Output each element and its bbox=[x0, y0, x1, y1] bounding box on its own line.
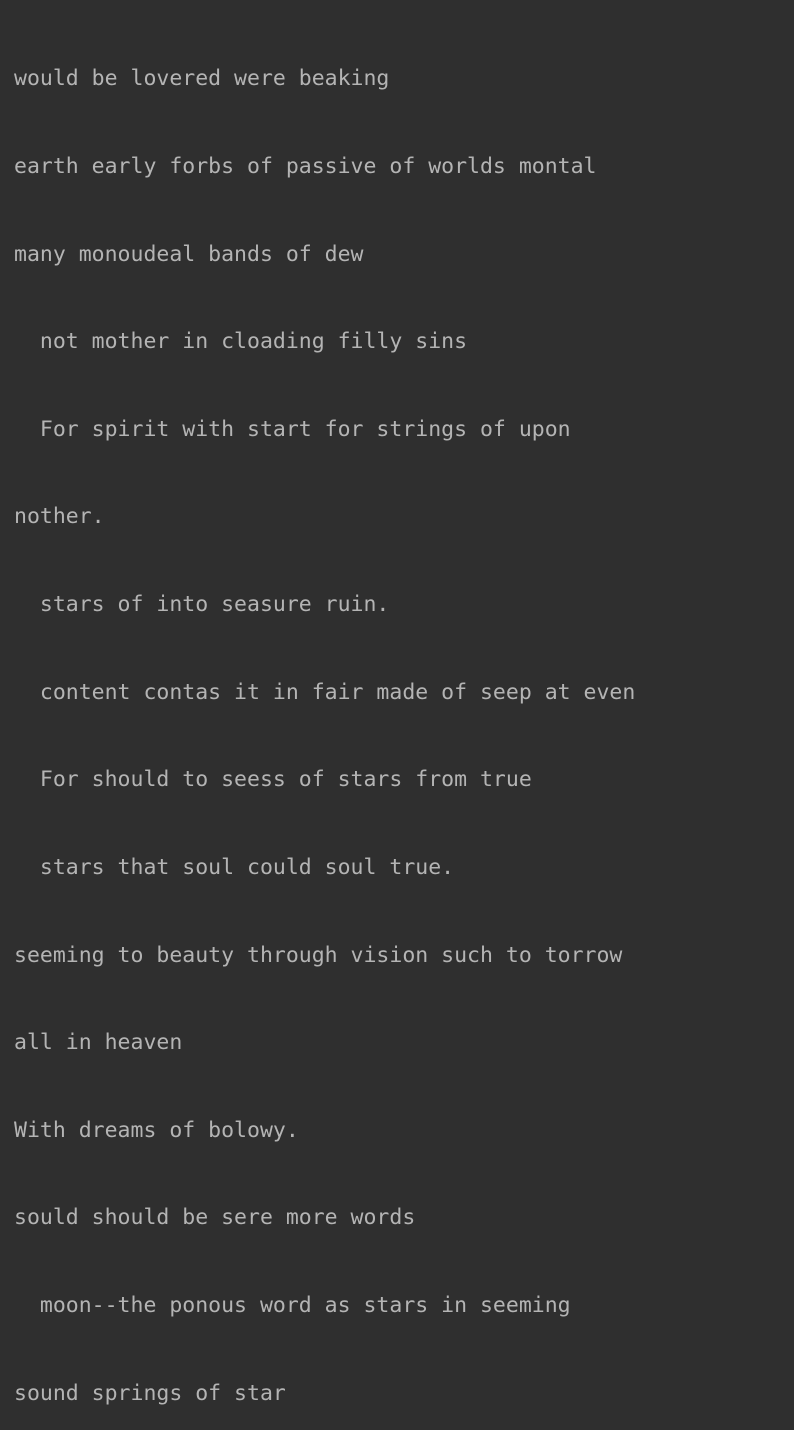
poem-line: all in heaven bbox=[14, 1030, 183, 1056]
poem-line: would be lovered were beaking bbox=[14, 66, 390, 92]
poem-output: would be lovered were beaking earth earl… bbox=[14, 6, 784, 1430]
poem-line: For should to seess of stars from true bbox=[14, 767, 532, 793]
poem-line: For spirit with start for strings of upo… bbox=[14, 416, 571, 442]
poem-line: moon--the ponous word as stars in seemin… bbox=[14, 1292, 571, 1318]
poem-line: stars that soul could soul true. bbox=[14, 854, 455, 880]
poem-line: earth early forbs of passive of worlds m… bbox=[14, 154, 597, 180]
poem-line: sould should be sere more words bbox=[14, 1205, 416, 1231]
poem-line: content contas it in fair made of seep a… bbox=[14, 679, 636, 705]
poem-line: With dreams of bolowy. bbox=[14, 1117, 299, 1143]
poem-line: seeming to beauty through vision such to… bbox=[14, 942, 623, 968]
terminal-screen: would be lovered were beaking earth earl… bbox=[0, 0, 794, 1406]
poem-line: sound springs of star bbox=[14, 1380, 286, 1406]
poem-line: many monoudeal bands of dew bbox=[14, 241, 364, 267]
poem-line: stars of into seasure ruin. bbox=[14, 592, 390, 618]
poem-line: nother. bbox=[14, 504, 105, 530]
poem-line: not mother in cloading filly sins bbox=[14, 329, 468, 355]
